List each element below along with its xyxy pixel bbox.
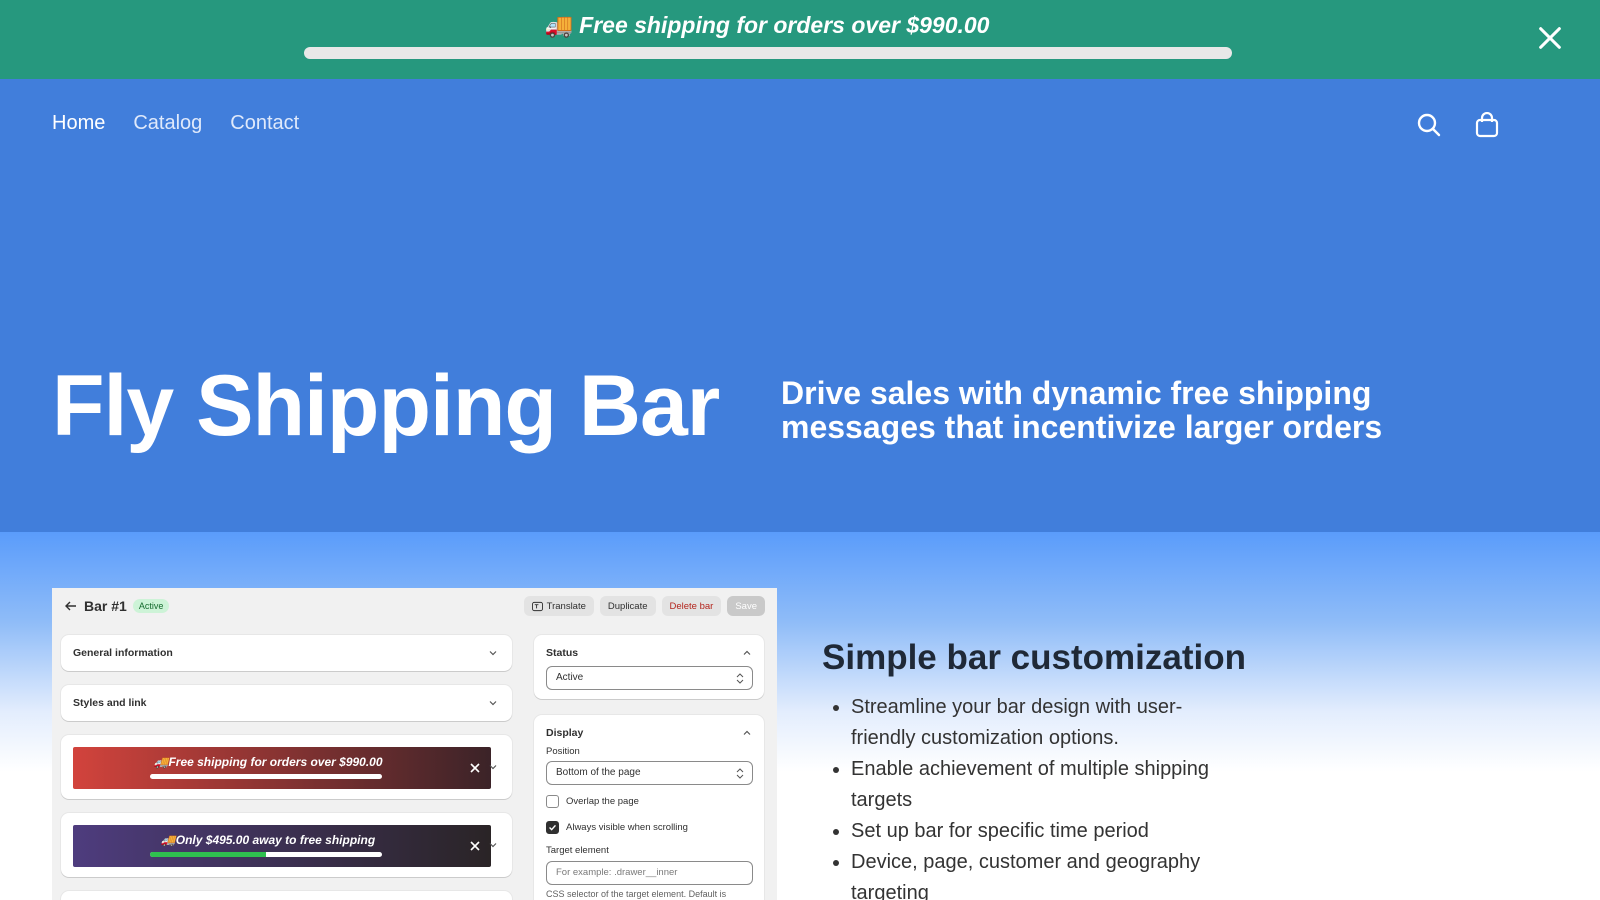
- preview-progress-fill: [150, 774, 382, 779]
- checkbox-box[interactable]: [546, 821, 559, 834]
- display-card: Display Position Bottom of the page Over…: [534, 715, 764, 900]
- feature-item: Streamline your bar design with user-fri…: [851, 692, 1221, 754]
- preview-progress-track: [150, 774, 382, 779]
- translate-button[interactable]: Translate: [523, 596, 594, 616]
- select-arrows-icon: [736, 673, 744, 684]
- hero-tagline: Drive sales with dynamic free shipping m…: [781, 375, 1383, 445]
- main-nav: Home Catalog Contact: [52, 112, 299, 135]
- status-select[interactable]: Active: [546, 666, 753, 690]
- status-badge: Active: [132, 599, 170, 613]
- chevron-up-icon[interactable]: [742, 728, 752, 738]
- nav-item-catalog[interactable]: Catalog: [133, 112, 202, 135]
- bar-preview-card: [61, 891, 512, 900]
- overlap-label: Overlap the page: [566, 796, 639, 807]
- status-heading: Status: [546, 647, 579, 659]
- bar-preview-card: 🚚Only $495.00 away to free shipping: [61, 813, 512, 877]
- target-element-help: CSS selector of the target element. Defa…: [546, 889, 727, 899]
- bar-preview: 🚚Free shipping for orders over $990.00: [73, 747, 491, 789]
- close-icon[interactable]: [469, 840, 481, 852]
- styles-and-link-card[interactable]: Styles and link: [61, 685, 512, 721]
- styles-and-link-heading: Styles and link: [73, 697, 147, 709]
- chevron-down-icon: [489, 701, 497, 706]
- feature-section: Bar #1 Active Translate Duplicate Delete…: [0, 532, 1600, 900]
- cart-bag-icon[interactable]: [1474, 111, 1500, 138]
- shipping-message: 🚚 Free shipping for orders over $990.00: [0, 12, 1534, 39]
- feature-item: Device, page, customer and geography tar…: [851, 847, 1221, 900]
- delete-bar-button[interactable]: Delete bar: [661, 596, 722, 616]
- preview-message: 🚚Only $495.00 away to free shipping: [73, 833, 463, 847]
- feature-list: Streamline your bar design with user-fri…: [851, 692, 1221, 900]
- checkbox-box[interactable]: [546, 795, 559, 808]
- target-element-input[interactable]: For example: .drawer__inner: [546, 861, 753, 885]
- position-select[interactable]: Bottom of the page: [546, 761, 753, 785]
- preview-message: 🚚Free shipping for orders over $990.00: [73, 755, 463, 769]
- status-card: Status Active: [534, 635, 764, 699]
- admin-screenshot: Bar #1 Active Translate Duplicate Delete…: [52, 588, 777, 900]
- save-button[interactable]: Save: [727, 596, 765, 616]
- display-heading: Display: [546, 727, 584, 739]
- hero-section: Home Catalog Contact Fly Shipping Bar Dr…: [0, 79, 1600, 532]
- status-select-value: Active: [556, 672, 584, 683]
- duplicate-button[interactable]: Duplicate: [599, 596, 656, 616]
- position-select-value: Bottom of the page: [556, 767, 641, 778]
- general-information-card[interactable]: General information: [61, 635, 512, 671]
- shipping-message-text: Free shipping for orders over $990.00: [579, 12, 990, 38]
- chevron-down-icon: [489, 651, 497, 656]
- feature-item: Set up bar for specific time period: [851, 816, 1221, 847]
- nav-item-home[interactable]: Home: [52, 112, 105, 135]
- bar-preview-card: 🚚Free shipping for orders over $990.00: [61, 735, 512, 799]
- shipping-announcement-bar: 🚚 Free shipping for orders over $990.00: [0, 0, 1600, 79]
- close-icon[interactable]: [1536, 24, 1564, 52]
- chevron-down-icon[interactable]: [488, 840, 498, 850]
- truck-icon: 🚚: [153, 755, 169, 769]
- general-information-heading: General information: [73, 647, 173, 659]
- preview-message-text: Only $495.00 away to free shipping: [175, 833, 376, 847]
- preview-progress-fill: [150, 852, 266, 857]
- chevron-up-icon[interactable]: [742, 648, 752, 658]
- target-element-label: Target element: [546, 845, 609, 856]
- select-arrows-icon: [736, 768, 744, 779]
- preview-progress-track: [150, 852, 382, 857]
- bar-preview: 🚚Only $495.00 away to free shipping: [73, 825, 491, 867]
- always-visible-checkbox[interactable]: Always visible when scrolling: [546, 821, 688, 834]
- chevron-down-icon[interactable]: [488, 762, 498, 772]
- always-visible-label: Always visible when scrolling: [566, 822, 688, 833]
- search-icon[interactable]: [1416, 112, 1442, 138]
- admin-topbar: Bar #1 Active Translate Duplicate Delete…: [64, 596, 765, 616]
- close-icon[interactable]: [469, 762, 481, 774]
- header-icons: [1416, 111, 1500, 138]
- shipping-progress-track: [304, 47, 1232, 59]
- truck-icon: 🚚: [544, 12, 574, 38]
- back-arrow-icon[interactable]: [64, 599, 78, 613]
- overlap-checkbox[interactable]: Overlap the page: [546, 795, 639, 808]
- bar-title: Bar #1: [84, 598, 127, 614]
- translate-label: Translate: [546, 600, 586, 612]
- preview-message-text: Free shipping for orders over $990.00: [168, 755, 383, 769]
- position-label: Position: [546, 746, 580, 757]
- hero-title: Fly Shipping Bar: [52, 358, 720, 454]
- truck-icon: 🚚: [160, 833, 176, 847]
- translate-icon: [531, 601, 543, 611]
- nav-item-contact[interactable]: Contact: [230, 112, 299, 135]
- feature-item: Enable achievement of multiple shipping …: [851, 754, 1221, 816]
- admin-actions: Translate Duplicate Delete bar Save: [523, 596, 765, 616]
- feature-title: Simple bar customization: [822, 638, 1246, 677]
